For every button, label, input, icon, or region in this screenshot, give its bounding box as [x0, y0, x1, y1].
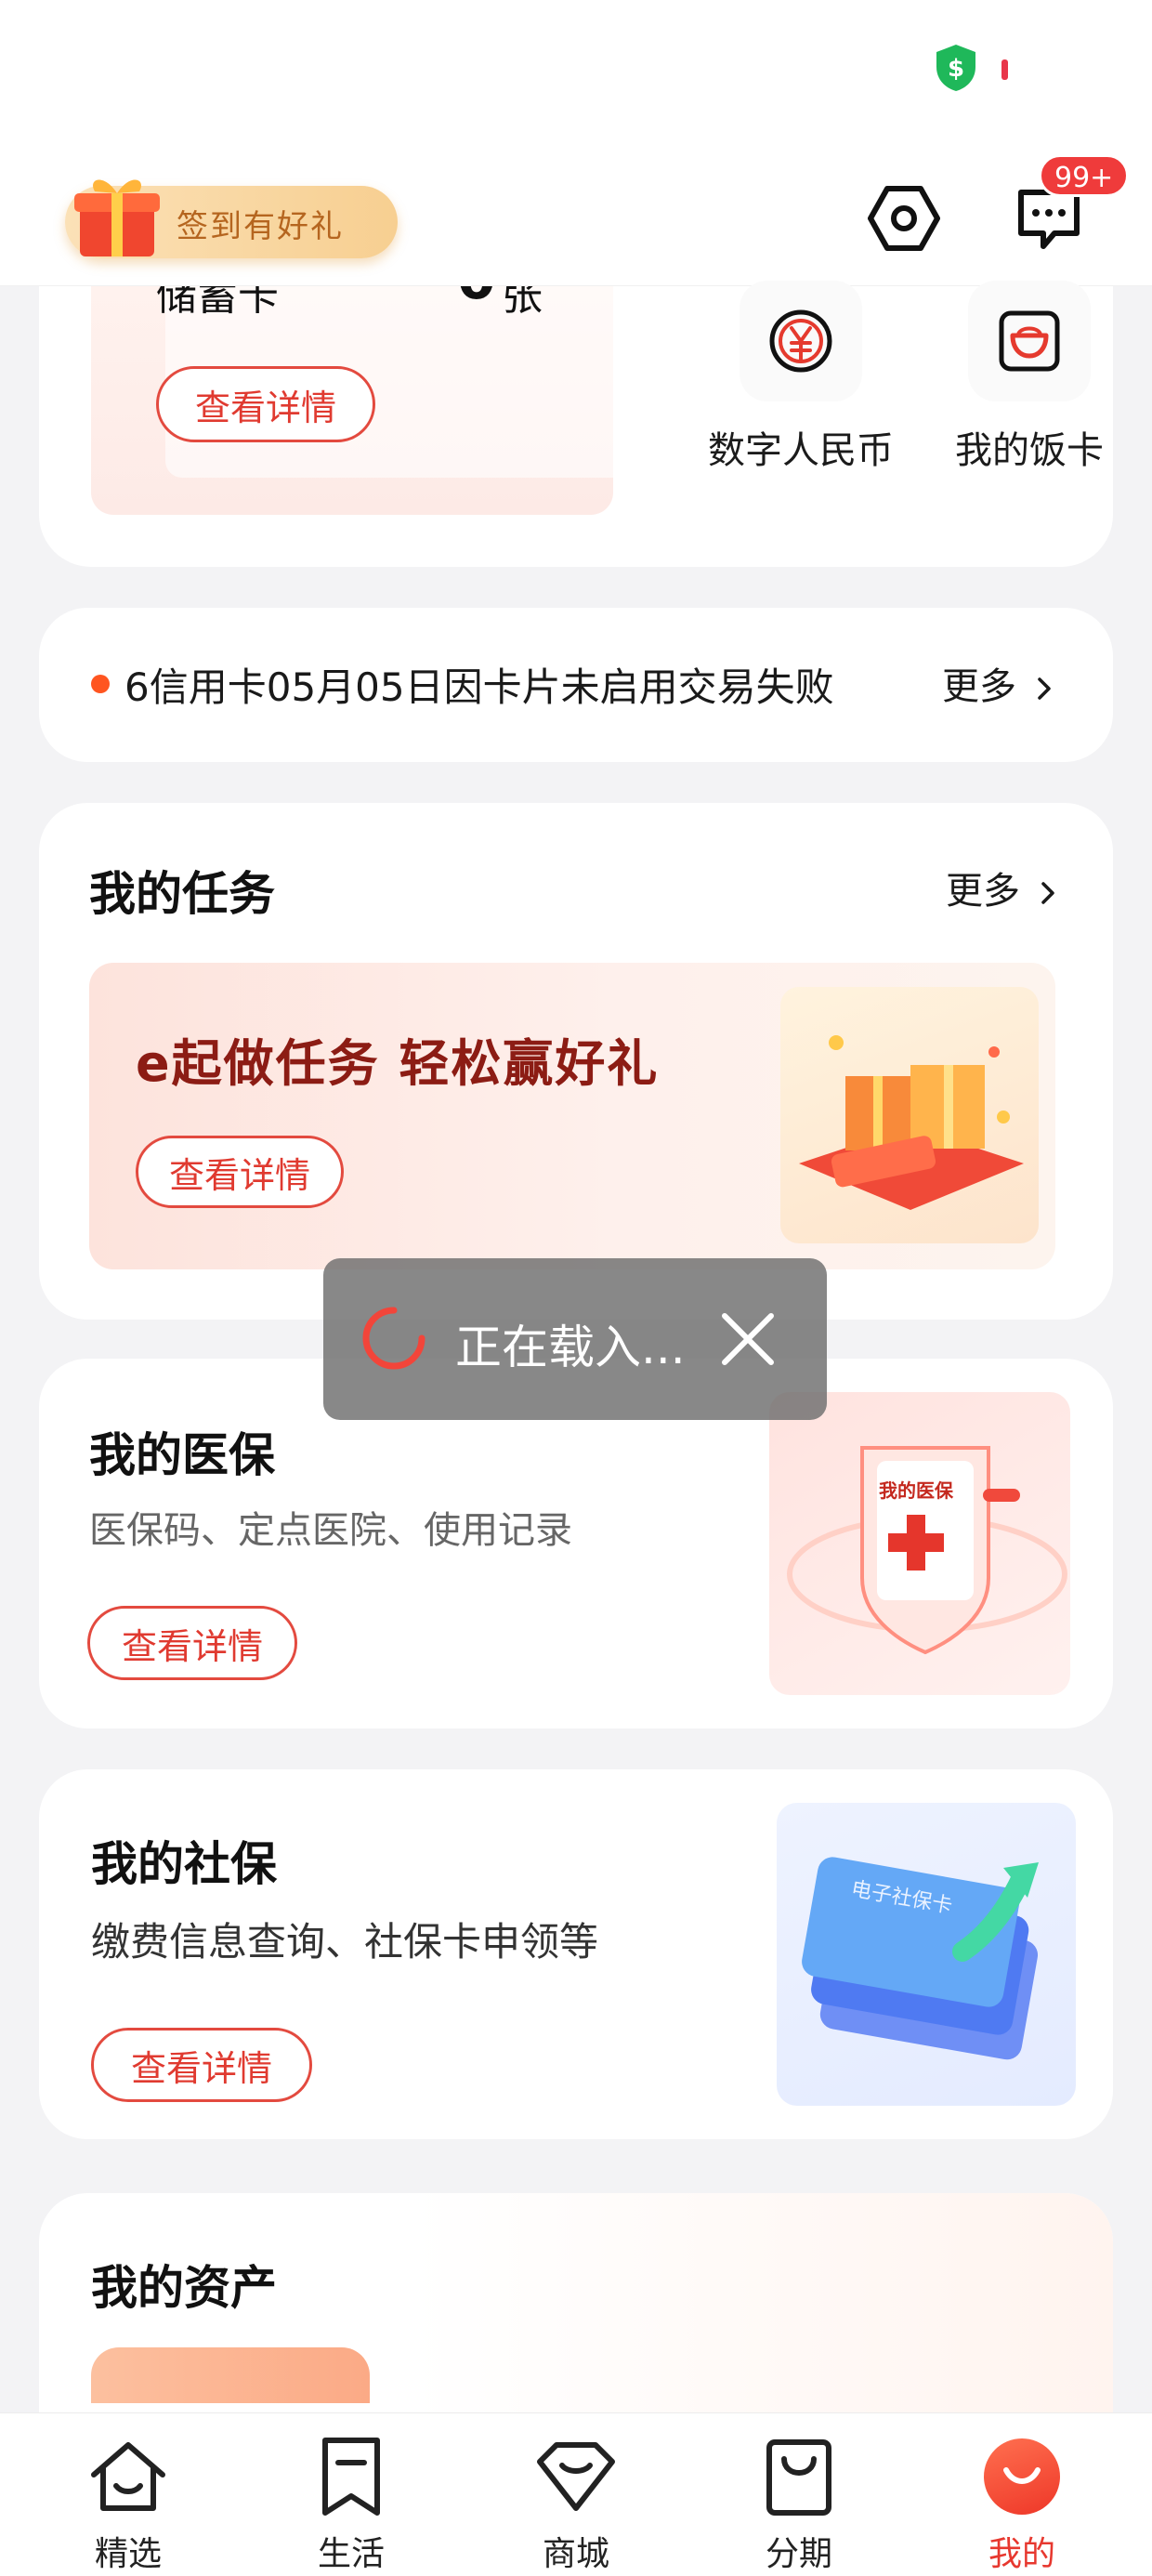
home-icon: [91, 2442, 165, 2511]
view-details-button[interactable]: 查看详情: [87, 1606, 297, 1680]
hexagon-settings-icon: [868, 186, 940, 251]
svg-text:$: $: [948, 55, 964, 83]
section-subtitle: 医保码、定点医院、使用记录: [89, 1509, 572, 1552]
partial-card-count: 0: [457, 286, 496, 312]
nav-label: 我的: [988, 2535, 1055, 2573]
meal-card-icon: [999, 310, 1060, 372]
nav-item-me[interactable]: 我的: [948, 2432, 1096, 2575]
nav-label: 生活: [317, 2535, 385, 2573]
quick-label: 数字人民币: [708, 429, 894, 472]
notice-more-link[interactable]: 更多: [942, 656, 1054, 710]
task-banner-title: e起做任务 轻松赢好礼: [136, 1034, 660, 1093]
my-assets-card: 我的资产: [39, 2193, 1113, 2435]
section-title: 我的社保: [91, 1837, 277, 1891]
nav-item-mall[interactable]: 商城: [502, 2432, 650, 2575]
my-social-insurance-card[interactable]: 我的社保 缴费信息查询、社保卡申领等 查看详情 电子社保卡: [39, 1769, 1113, 2139]
diamond-icon: [537, 2442, 615, 2511]
my-tasks-card: 我的任务 更多 e起做任务 轻松赢好礼 查看详情: [39, 803, 1113, 1320]
tasks-more-link[interactable]: 更多: [946, 861, 1058, 914]
section-subtitle: 缴费信息查询、社保卡申领等: [91, 1919, 599, 1965]
notice-text: 6信用卡05月05日因卡片未启用交易失败: [124, 664, 834, 710]
section-title: 我的资产: [91, 2261, 277, 2315]
partial-card-unit: 张: [502, 286, 543, 320]
section-title: 我的任务: [89, 867, 275, 921]
loading-toast: 正在载入...: [323, 1258, 827, 1420]
bag-icon: [766, 2439, 831, 2516]
close-icon[interactable]: [717, 1308, 779, 1370]
view-details-button[interactable]: 查看详情: [156, 366, 375, 442]
quick-digital-yuan[interactable]: 数字人民币: [689, 281, 912, 474]
me-icon: [984, 2438, 1060, 2515]
notice-bar[interactable]: 6信用卡05月05日因卡片未启用交易失败 更多: [39, 608, 1113, 762]
message-count-badge: 99+: [1039, 154, 1130, 197]
view-details-button[interactable]: 查看详情: [91, 2028, 312, 2102]
settings-button[interactable]: [862, 177, 946, 260]
security-shield-icon: $: [933, 43, 979, 93]
nav-label: 分期: [765, 2535, 832, 2573]
bottom-navigation: 精选 生活 商城 分期 我的: [0, 2412, 1152, 2576]
cards-summary-card: 储蓄卡 0 张 查看详情 数字人民币 我的饭卡: [39, 281, 1113, 567]
battery-indicator: [1001, 59, 1008, 80]
nav-item-installment[interactable]: 分期: [725, 2432, 873, 2575]
chevron-right-icon: [1041, 882, 1054, 904]
digital-yuan-icon: [769, 309, 832, 373]
medical-shield-illustration: 我的医保: [769, 1392, 1070, 1695]
signin-label: 签到有好礼: [177, 208, 344, 245]
nav-label: 精选: [94, 2535, 162, 2573]
section-title: 我的医保: [89, 1428, 275, 1482]
nav-item-life[interactable]: 生活: [277, 2432, 425, 2575]
loading-text: 正在载入...: [455, 1321, 686, 1374]
quick-label: 我的饭卡: [955, 429, 1104, 472]
assets-banner[interactable]: [91, 2347, 370, 2403]
bookmark-icon: [322, 2438, 380, 2516]
partial-card-label: 储蓄卡: [156, 286, 279, 320]
status-bar: [0, 0, 1152, 149]
notice-dot: [91, 675, 110, 693]
chevron-right-icon: [1037, 677, 1051, 700]
loading-spinner-icon: [362, 1307, 425, 1370]
quick-meal-card[interactable]: 我的饭卡: [918, 281, 1141, 474]
medical-image-label: 我的医保: [879, 1479, 953, 1502]
gift-box-illustration: [780, 987, 1039, 1243]
nav-label: 商城: [542, 2535, 609, 2573]
social-card-illustration: 电子社保卡: [777, 1803, 1076, 2106]
nav-item-featured[interactable]: 精选: [54, 2432, 203, 2575]
gift-icon: [67, 167, 169, 260]
view-details-button[interactable]: 查看详情: [136, 1136, 344, 1208]
